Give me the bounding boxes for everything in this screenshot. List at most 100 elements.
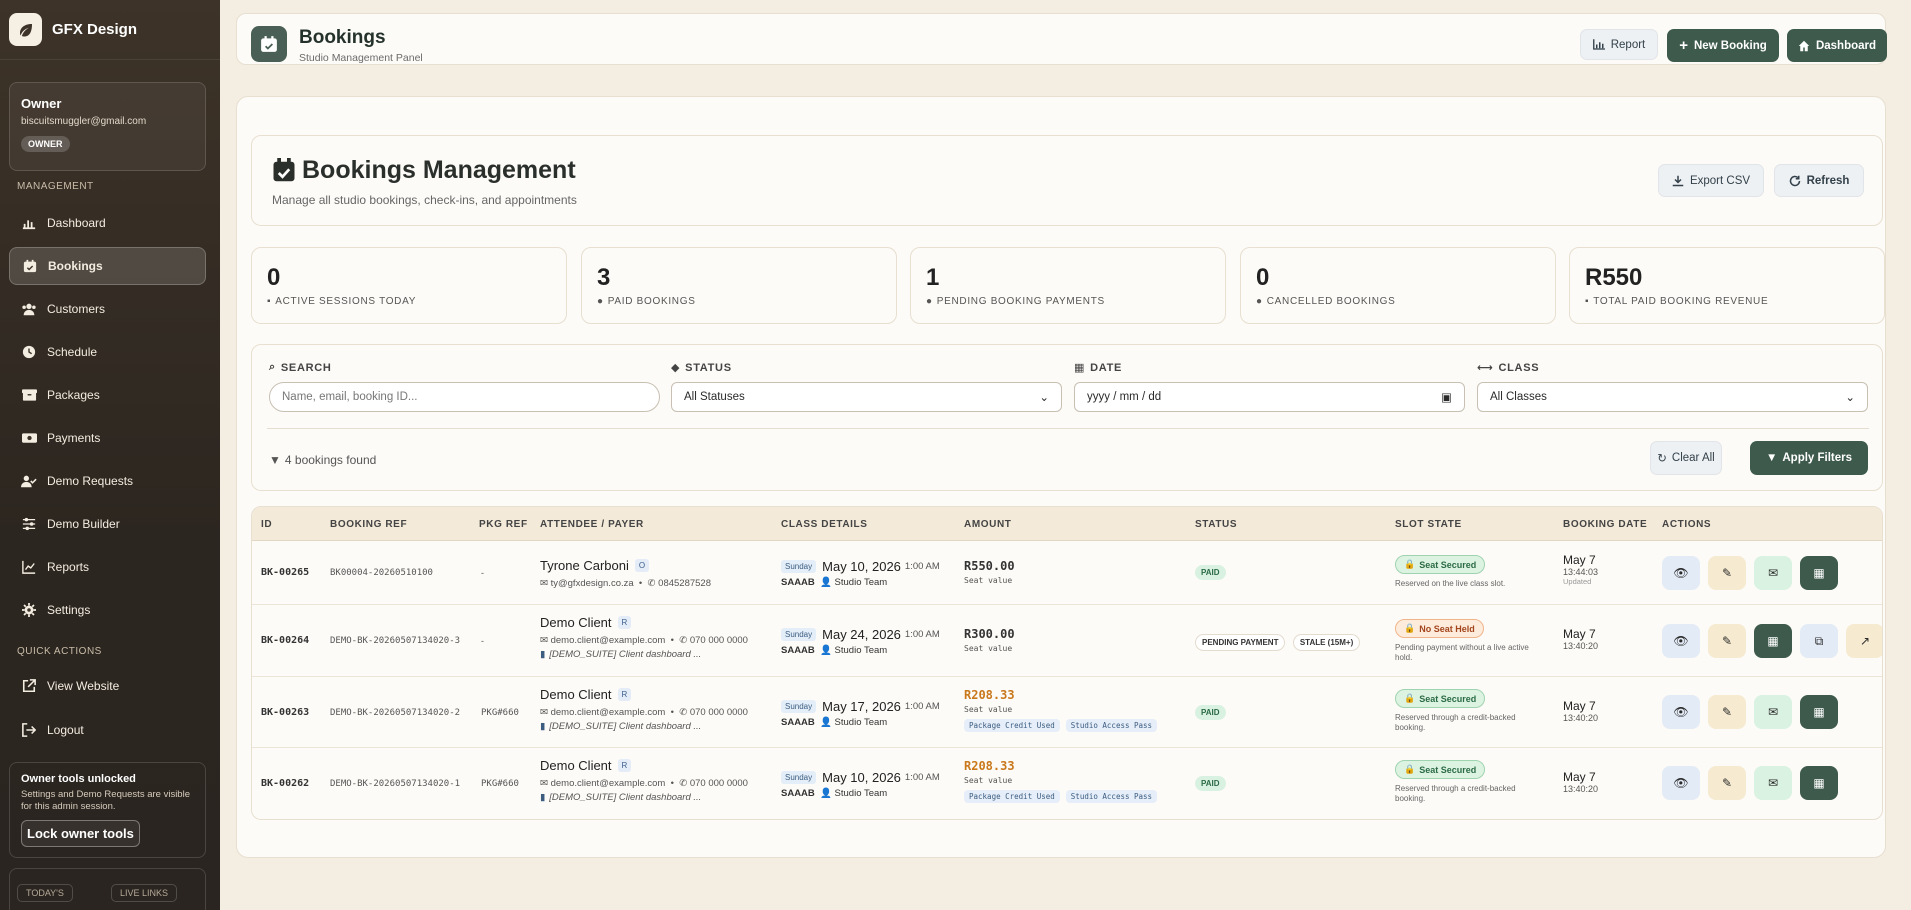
attendee-tag: R xyxy=(617,616,632,629)
status-badge: STALE (15M+) xyxy=(1292,634,1361,651)
edit-button[interactable]: ✎ xyxy=(1708,695,1746,729)
sidebar-item-view-website[interactable]: View Website xyxy=(9,667,206,705)
todays-bookings-pill[interactable]: TODAY'S xyxy=(17,884,73,902)
chevron-down-icon: ⌄ xyxy=(1039,392,1049,404)
lock-icon: 🔒 xyxy=(1404,559,1416,569)
updated-label: Updated xyxy=(1563,577,1592,586)
status-badge: PAID xyxy=(1195,705,1226,720)
email-button[interactable]: ✉ xyxy=(1754,556,1792,590)
class-time: 1:00 AM xyxy=(904,561,940,572)
sidebar-item-dashboard[interactable]: Dashboard xyxy=(9,204,206,242)
view-button[interactable]: 👁 xyxy=(1662,766,1700,800)
stat-paid-bookings: 3 ● PAID BOOKINGS xyxy=(581,247,897,324)
sidebar-item-bookings[interactable]: Bookings xyxy=(9,247,206,285)
calendar-button[interactable]: ▦ xyxy=(1754,624,1792,658)
booking-date-day: May 7 xyxy=(1563,699,1596,713)
status-label-text: STATUS xyxy=(685,361,732,374)
clear-all-button[interactable]: ↻ Clear All xyxy=(1650,441,1722,475)
section-title: Bookings Management xyxy=(302,156,576,184)
phone-icon: ✆ xyxy=(679,635,688,646)
sidebar-item-reports[interactable]: Reports xyxy=(9,548,206,586)
class-date: May 10, 2026 xyxy=(822,770,901,785)
refresh-icon: ↻ xyxy=(1657,453,1667,465)
class-venue: SAAAB xyxy=(781,577,815,588)
calendar-button[interactable]: ▦ xyxy=(1800,556,1838,590)
sidebar-item-payments[interactable]: Payments xyxy=(9,419,206,457)
column-header: CLASS DETAILS xyxy=(781,519,868,530)
date-input[interactable]: yyyy / mm / dd ▣ xyxy=(1074,382,1465,412)
status-badge: PENDING PAYMENT xyxy=(1195,634,1286,651)
view-button[interactable]: 👁 xyxy=(1662,556,1700,590)
edit-button[interactable]: ✎ xyxy=(1708,624,1746,658)
table-row[interactable]: BK-00264 DEMO-BK-20260507134020-3 - Demo… xyxy=(252,605,1882,677)
calendar-button[interactable]: ▦ xyxy=(1800,766,1838,800)
table-row[interactable]: BK-00262 DEMO-BK-20260507134020-1 PKG#66… xyxy=(252,748,1882,819)
apply-filters-button[interactable]: ▼ Apply Filters xyxy=(1750,441,1868,475)
report-button[interactable]: Report xyxy=(1580,29,1658,60)
sidebar-item-packages[interactable]: Packages xyxy=(9,376,206,414)
sidebar-item-schedule[interactable]: Schedule xyxy=(9,333,206,371)
owner-tools-card: Owner tools unlocked Settings and Demo R… xyxy=(9,762,206,858)
sidebar-item-demo-builder[interactable]: Demo Builder xyxy=(9,505,206,543)
amount-seat-label: Seat value xyxy=(964,644,1013,653)
attendee-email: demo.client@example.com xyxy=(550,707,666,718)
sidebar-item-logout[interactable]: Logout xyxy=(9,711,206,749)
sidebar-item-demo-requests[interactable]: Demo Requests xyxy=(9,462,206,500)
live-links-pill[interactable]: LIVE LINKS xyxy=(111,884,178,902)
chart-line-icon xyxy=(21,559,37,575)
attendee-name: Demo Client R xyxy=(540,687,748,702)
view-button[interactable]: 👁 xyxy=(1662,695,1700,729)
refresh-icon xyxy=(1789,175,1800,186)
view-button[interactable]: 👁 xyxy=(1662,624,1700,658)
class-day: Sunday xyxy=(781,700,817,713)
amount-seat-label: Seat value xyxy=(964,705,1013,714)
class-team: Studio Team xyxy=(834,717,888,728)
chevron-down-icon: ⌄ xyxy=(1845,392,1855,404)
mail-icon: ✉ xyxy=(540,707,548,718)
sidebar-item-label: Customers xyxy=(47,302,106,316)
booking-ref: DEMO-BK-20260507134020-2 xyxy=(330,708,461,718)
class-time: 1:00 AM xyxy=(904,701,940,712)
class-select[interactable]: All Classes ⌄ xyxy=(1477,382,1868,412)
status-badge: PAID xyxy=(1195,776,1226,791)
sidebar-item-customers[interactable]: Customers xyxy=(9,290,206,328)
status-select[interactable]: All Statuses ⌄ xyxy=(671,382,1062,412)
brand[interactable]: GFX Design xyxy=(0,0,220,60)
dashboard-label: Dashboard xyxy=(1815,39,1877,52)
home-icon xyxy=(1798,40,1810,51)
user-icon: 👤 xyxy=(820,788,832,799)
email-button[interactable]: ✉ xyxy=(1754,766,1792,800)
email-button[interactable]: ✉ xyxy=(1754,695,1792,729)
table-row[interactable]: BK-00263 DEMO-BK-20260507134020-2 PKG#66… xyxy=(252,677,1882,748)
booking-date-time: 13:40:20 xyxy=(1563,641,1599,651)
dashboard-button[interactable]: Dashboard xyxy=(1787,29,1887,62)
dashboard-icon xyxy=(21,215,37,231)
new-booking-button[interactable]: + New Booking xyxy=(1667,29,1779,62)
attendee-note-text: [DEMO_SUITE] Client dashboard ... xyxy=(549,649,702,660)
attendee-contact: ✉ demo.client@example.com • ✆ 070 000 00… xyxy=(540,778,748,789)
table-row[interactable]: BK-00265 BK00004-20260510100 - Tyrone Ca… xyxy=(252,541,1882,605)
edit-button[interactable]: ✎ xyxy=(1708,556,1746,590)
edit-button[interactable]: ✎ xyxy=(1708,766,1746,800)
package-credit-chip: Package Credit Used xyxy=(964,719,1060,732)
calendar-button[interactable]: ▦ xyxy=(1800,695,1838,729)
class-date: May 10, 2026 xyxy=(822,559,901,574)
slot-state: 🔒 No Seat Held Pending payment without a … xyxy=(1395,619,1535,663)
refresh-button[interactable]: Refresh xyxy=(1774,164,1864,197)
stat-value: 3 xyxy=(597,264,611,291)
booking-date-time: 13:40:20 xyxy=(1563,713,1599,723)
search-input[interactable]: Name, email, booking ID... xyxy=(269,382,660,412)
copy-button[interactable]: ⧉ xyxy=(1800,624,1838,658)
lock-owner-tools-button[interactable]: Lock owner tools xyxy=(21,820,140,847)
user-check-icon xyxy=(21,473,37,489)
column-header: BOOKING REF xyxy=(330,519,408,530)
sidebar-item-settings[interactable]: Settings xyxy=(9,591,206,629)
pkg-ref: - xyxy=(481,636,484,646)
open-link-button[interactable]: ↗ xyxy=(1846,624,1882,658)
export-csv-button[interactable]: Export CSV xyxy=(1658,164,1764,197)
class-time: 1:00 AM xyxy=(904,629,940,640)
column-header: STATUS xyxy=(1195,519,1238,530)
slot-badge: 🔒 Seat Secured xyxy=(1395,760,1486,779)
date-placeholder: yyyy / mm / dd xyxy=(1087,391,1162,403)
status-value: All Statuses xyxy=(684,391,745,403)
